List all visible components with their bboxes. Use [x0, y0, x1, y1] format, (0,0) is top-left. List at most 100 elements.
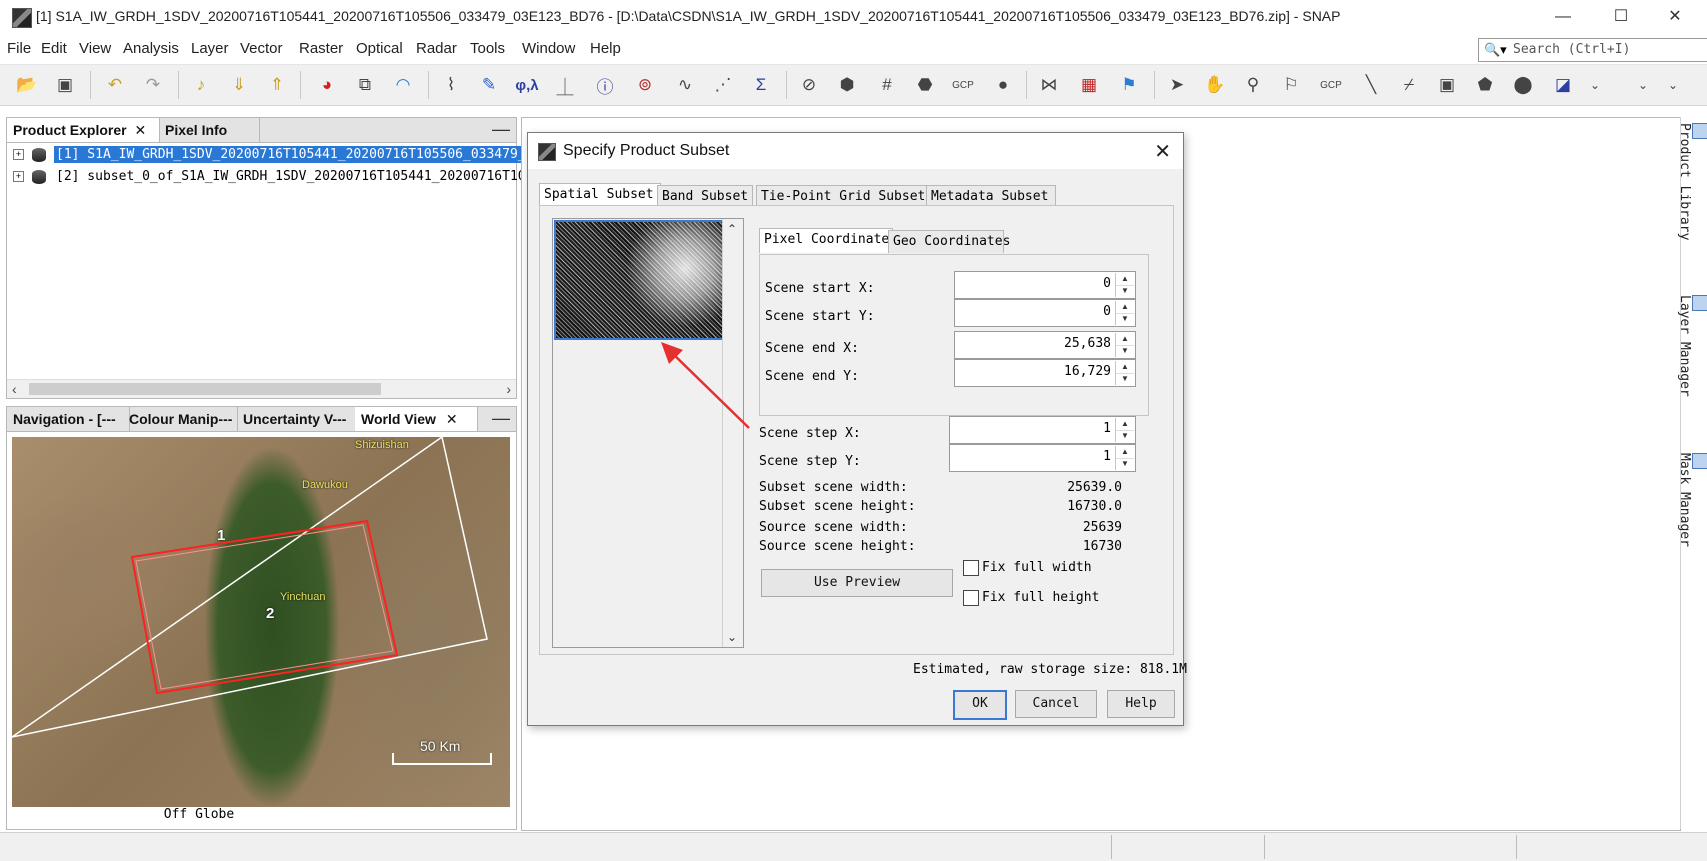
mask-manager-tab[interactable]: Mask Manager	[1677, 453, 1707, 547]
product-tree-item-1[interactable]: + [1] S1A_IW_GRDH_1SDV_20200716T105441_20…	[13, 146, 536, 166]
histogram-icon[interactable]: ⏊	[552, 72, 578, 98]
layer-manager-tab[interactable]: Layer Manager	[1677, 295, 1707, 397]
tab-pixel-coordinates[interactable]: Pixel Coordinates	[759, 228, 897, 253]
scene-step-x-spinner[interactable]: 1 ▲ ▼	[949, 416, 1136, 444]
scrollbar-thumb[interactable]	[29, 383, 381, 395]
batch-icon[interactable]: ▦	[1076, 72, 1102, 98]
statistics-icon[interactable]: Σ	[748, 72, 774, 98]
scene-end-y-spinner[interactable]: 16,729 ▲ ▼	[954, 359, 1136, 387]
select-tool-icon[interactable]: ➤	[1164, 72, 1190, 98]
toolbar-overflow-icon[interactable]: ⌄	[1660, 72, 1686, 98]
analysis-icon[interactable]: ⊚	[632, 72, 658, 98]
close-icon[interactable]: ✕	[446, 411, 458, 427]
scroll-down-icon[interactable]: ⌄	[727, 630, 737, 644]
decrement-icon[interactable]: ▼	[1116, 458, 1134, 470]
zoom-tool-icon[interactable]: ⚲	[1240, 72, 1266, 98]
decrement-icon[interactable]: ▼	[1116, 345, 1134, 357]
export-icon[interactable]: ⇑	[264, 72, 290, 98]
tab-geo-coordinates[interactable]: Geo Coordinates	[888, 230, 1010, 253]
scene-end-x-spinner[interactable]: 25,638 ▲ ▼	[954, 331, 1136, 359]
scene-start-y-spinner[interactable]: 0 ▲ ▼	[954, 299, 1136, 327]
help-button[interactable]: Help	[1107, 690, 1175, 718]
tab-colour-manipulation[interactable]: Colour Manip---	[123, 407, 238, 431]
import-icon[interactable]: ⇓	[226, 72, 252, 98]
use-preview-button[interactable]: Use Preview	[761, 569, 953, 597]
minimize-button[interactable]: —	[1540, 4, 1586, 30]
menu-help[interactable]: Help	[590, 40, 621, 57]
expand-icon[interactable]: +	[13, 149, 24, 161]
menu-edit[interactable]: Edit	[41, 40, 67, 57]
menu-file[interactable]: File	[7, 40, 31, 57]
menu-analysis[interactable]: Analysis	[123, 40, 179, 57]
world-view-icon[interactable]: ◠	[390, 72, 416, 98]
product-tree-item-2[interactable]: + [2] subset_0_of_S1A_IW_GRDH_1SDV_202007…	[13, 168, 535, 188]
tab-uncertainty[interactable]: Uncertainty V---	[237, 407, 356, 431]
polygon-tool-icon[interactable]: ⬟	[1472, 72, 1498, 98]
gcp-tool-icon[interactable]: GCP	[1318, 72, 1344, 98]
menu-radar[interactable]: Radar	[416, 40, 457, 57]
close-window-button[interactable]: ✕	[1652, 4, 1698, 30]
close-icon[interactable]: ✕	[134, 122, 146, 138]
polyline-tool-icon[interactable]: ⌿	[1396, 72, 1422, 98]
redo-icon[interactable]: ↷	[140, 72, 166, 98]
open-product-icon[interactable]: 📂	[14, 72, 40, 98]
search-input[interactable]: 🔍▾ Search (Ctrl+I)	[1478, 38, 1707, 62]
pin-tool-icon[interactable]: ⚐	[1278, 72, 1304, 98]
pin-icon[interactable]: ✎	[476, 72, 502, 98]
menu-optical[interactable]: Optical	[356, 40, 403, 57]
menu-window[interactable]: Window	[522, 40, 575, 57]
menu-view[interactable]: View	[79, 40, 111, 57]
scroll-left-icon[interactable]: ‹	[12, 380, 17, 398]
menu-tools[interactable]: Tools	[470, 40, 505, 57]
rect-tool-icon[interactable]: ▣	[1434, 72, 1460, 98]
geometry-icon[interactable]: ⬢	[834, 72, 860, 98]
scatter-plot-icon[interactable]: ⋰	[710, 72, 736, 98]
fix-full-height-checkbox[interactable]	[963, 590, 979, 606]
scene-step-y-spinner[interactable]: 1 ▲ ▼	[949, 444, 1136, 472]
mask-icon[interactable]: ⊘	[796, 72, 822, 98]
menu-layer[interactable]: Layer	[191, 40, 229, 57]
cancel-button[interactable]: Cancel	[1015, 690, 1097, 718]
menu-raster[interactable]: Raster	[299, 40, 343, 57]
undo-icon[interactable]: ↶	[102, 72, 128, 98]
profile-plot-icon[interactable]: ∿	[672, 72, 698, 98]
pan-tool-icon[interactable]: ✋	[1202, 72, 1228, 98]
tab-product-explorer[interactable]: Product Explorer ✕	[7, 118, 160, 142]
tab-pixel-info[interactable]: Pixel Info	[159, 118, 260, 142]
tab-world-view[interactable]: World View ✕	[355, 407, 478, 431]
expand-icon[interactable]: +	[13, 171, 24, 183]
spectrum-icon[interactable]: ⌇	[438, 72, 464, 98]
decrement-icon[interactable]: ▼	[1116, 373, 1134, 385]
scroll-up-icon[interactable]: ⌃	[727, 222, 737, 236]
scene-start-x-spinner[interactable]: 0 ▲ ▼	[954, 271, 1136, 299]
world-view-map[interactable]: Shizuishan Dawukou Yinchuan 1 2 50 Km	[12, 437, 510, 807]
graticule-icon[interactable]: #	[874, 72, 900, 98]
dialog-close-button[interactable]: ✕	[1154, 139, 1171, 164]
product-library-tab[interactable]: Product Library	[1677, 123, 1707, 240]
fix-full-width-checkbox[interactable]	[963, 560, 979, 576]
blob-icon[interactable]: ●	[990, 72, 1016, 98]
phi-lambda-icon[interactable]: φ,λ	[514, 72, 540, 98]
tab-navigation[interactable]: Navigation - [---	[7, 407, 130, 431]
ok-button[interactable]: OK	[953, 690, 1007, 720]
gcp-icon[interactable]: GCP	[950, 72, 976, 98]
layer-icon[interactable]: ⚑	[1116, 72, 1142, 98]
ellipse-tool-icon[interactable]: ⬤	[1510, 72, 1536, 98]
subset-preview-thumbnail[interactable]	[554, 220, 742, 340]
graph-icon[interactable]: ⬣	[912, 72, 938, 98]
horizontal-scrollbar[interactable]: ‹ ›	[7, 379, 516, 398]
toolbar-overflow-icon[interactable]: ⌄	[1630, 72, 1656, 98]
decrement-icon[interactable]: ▼	[1116, 285, 1134, 297]
graph-builder-icon[interactable]: ⋈	[1036, 72, 1062, 98]
decrement-icon[interactable]: ▼	[1116, 430, 1134, 442]
save-product-icon[interactable]: ▣	[52, 72, 78, 98]
maximize-button[interactable]: ☐	[1598, 4, 1644, 30]
scroll-right-icon[interactable]: ›	[506, 380, 511, 398]
band-maths-icon[interactable]: ♪	[188, 72, 214, 98]
range-finder-icon[interactable]: ◪	[1550, 72, 1576, 98]
decrement-icon[interactable]: ▼	[1116, 313, 1134, 325]
menu-vector[interactable]: Vector	[240, 40, 283, 57]
tile-windows-icon[interactable]: ⧉	[352, 72, 378, 98]
rgb-image-icon[interactable]: ◕	[314, 72, 340, 98]
minimize-panel-button[interactable]: —	[492, 407, 510, 429]
